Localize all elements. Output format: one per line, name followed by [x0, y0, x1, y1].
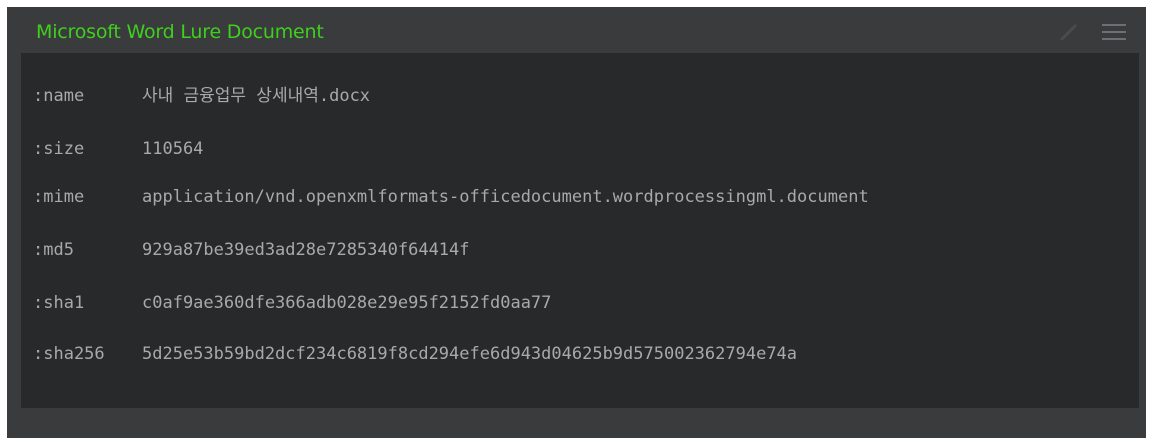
- hamburger-menu-icon[interactable]: [1102, 22, 1126, 42]
- pencil-icon[interactable]: [1058, 21, 1080, 43]
- metadata-content: :name 사내 금융업무 상세내역.docx :size 110564 :mi…: [21, 53, 1139, 408]
- field-key: :sha1: [33, 293, 85, 313]
- field-value: 5d25e53b59bd2dcf234c6819f8cd294efe6d943d…: [142, 344, 798, 364]
- field-key: :name: [33, 86, 85, 106]
- panel-header: Microsoft Word Lure Document: [7, 7, 1146, 53]
- field-key: :mime: [33, 187, 85, 207]
- panel-footer: [7, 408, 1146, 438]
- panel-title: Microsoft Word Lure Document: [36, 21, 324, 43]
- field-value: 110564: [142, 139, 204, 159]
- field-key: :md5: [33, 240, 74, 260]
- field-value: 사내 금융업무 상세내역.docx: [142, 86, 371, 106]
- field-row-sha256: :sha256 5d25e53b59bd2dcf234c6819f8cd294e…: [21, 342, 1139, 366]
- document-panel: Microsoft Word Lure Document :name 사내 금융…: [7, 7, 1146, 438]
- field-row-md5: :md5 929a87be39ed3ad28e7285340f64414f: [21, 238, 1139, 262]
- field-row-name: :name 사내 금융업무 상세내역.docx: [21, 84, 1139, 108]
- field-key: :sha256: [33, 344, 105, 364]
- field-row-mime: :mime application/vnd.openxmlformats-off…: [21, 185, 1139, 209]
- field-value: application/vnd.openxmlformats-officedoc…: [142, 187, 869, 207]
- field-row-sha1: :sha1 c0af9ae360dfe366adb028e29e95f2152f…: [21, 291, 1139, 315]
- field-value: 929a87be39ed3ad28e7285340f64414f: [142, 240, 470, 260]
- field-value: c0af9ae360dfe366adb028e29e95f2152fd0aa77: [142, 293, 552, 313]
- field-row-size: :size 110564: [21, 137, 1139, 161]
- field-key: :size: [33, 139, 85, 159]
